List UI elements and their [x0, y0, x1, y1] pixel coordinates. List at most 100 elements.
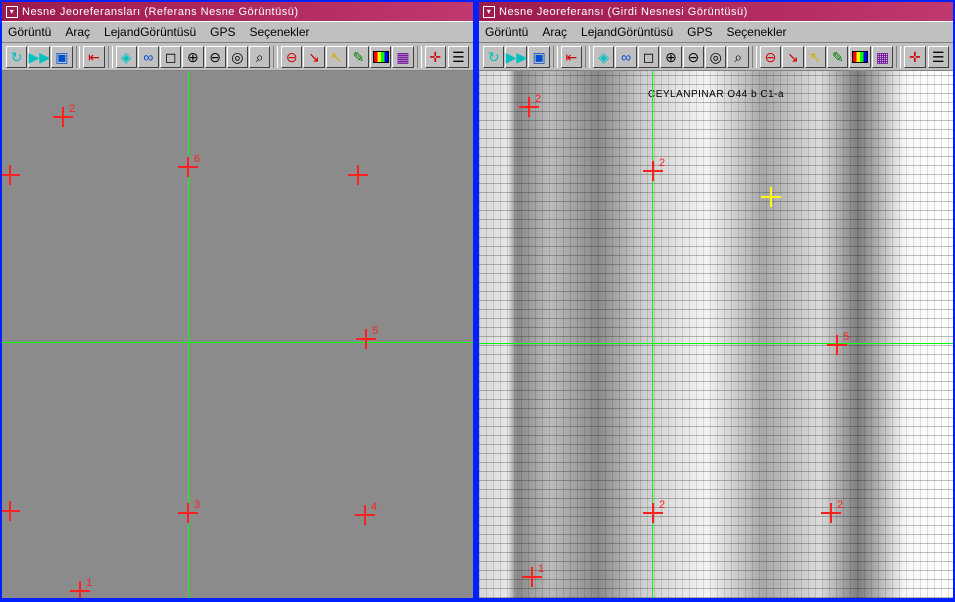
- pencil-button[interactable]: ✎: [827, 46, 848, 68]
- tools-icon: ☰: [932, 50, 945, 64]
- square-icon: ◻: [643, 50, 655, 64]
- left-panel: ▾ Nesne Jeoreferansları (Referans Nesne …: [0, 0, 475, 600]
- titlebar-right[interactable]: ▾ Nesne Jeoreferansı (Girdi Nesnesi Görü…: [479, 2, 953, 21]
- sysmenu-icon[interactable]: ▾: [6, 6, 18, 18]
- target-icon: ✛: [429, 50, 441, 64]
- frame-button[interactable]: ▣: [528, 46, 549, 68]
- crosshair-horizontal: [2, 342, 473, 343]
- zoombox-button[interactable]: ⌕: [727, 46, 748, 68]
- square-icon: ◻: [165, 50, 177, 64]
- diag-button[interactable]: ↘: [303, 46, 324, 68]
- frame-icon: ▣: [55, 50, 68, 64]
- separator: [273, 46, 278, 68]
- menubar-left: Görüntü Araç LejandGörüntüsü GPS Seçenek…: [2, 21, 473, 43]
- tools-button[interactable]: ☰: [448, 46, 469, 68]
- menubar-right: Görüntü Araç LejandGörüntüsü GPS Seçenek…: [479, 21, 953, 43]
- diag-button[interactable]: ↘: [782, 46, 803, 68]
- crosshair-vertical: [652, 71, 653, 598]
- zoomin-button[interactable]: ⊕: [660, 46, 681, 68]
- zoomout-button[interactable]: ⊖: [683, 46, 704, 68]
- diamond-button[interactable]: ◈: [116, 46, 137, 68]
- frame-icon: ▣: [532, 50, 545, 64]
- titlebar-left[interactable]: ▾ Nesne Jeoreferansları (Referans Nesne …: [2, 2, 473, 21]
- fit-icon: ◎: [231, 50, 243, 64]
- cursor-icon: ↖: [809, 50, 821, 64]
- grid-button[interactable]: ▦: [872, 46, 893, 68]
- menu-gps[interactable]: GPS: [687, 25, 712, 39]
- window-title: Nesne Jeoreferansı (Girdi Nesnesi Görünt…: [499, 6, 748, 18]
- input-canvas[interactable]: CEYLANPINAR O44 b C1-a 2 2 5 2 2 1: [479, 71, 953, 598]
- cursor-icon: ↖: [330, 50, 342, 64]
- reference-canvas[interactable]: 2 6 5 3 4 1: [2, 71, 473, 598]
- link-icon: ∞: [621, 50, 631, 64]
- control-point: [2, 501, 20, 521]
- grid-icon: ▦: [876, 50, 889, 64]
- fit-button[interactable]: ◎: [705, 46, 726, 68]
- cursor-button[interactable]: ↖: [805, 46, 826, 68]
- sysmenu-icon[interactable]: ▾: [483, 6, 495, 18]
- separator: [417, 46, 422, 68]
- separator: [553, 46, 558, 68]
- menu-options[interactable]: Seçenekler: [249, 25, 309, 39]
- target-button[interactable]: ✛: [904, 46, 925, 68]
- target-icon: ✛: [909, 50, 921, 64]
- diag-icon: ↘: [787, 50, 799, 64]
- menu-view[interactable]: Görüntü: [485, 25, 528, 39]
- fastforward-button[interactable]: ▶▶: [28, 46, 50, 68]
- link-button[interactable]: ∞: [615, 46, 636, 68]
- diamond-button[interactable]: ◈: [593, 46, 614, 68]
- crosshair-horizontal: [479, 343, 953, 344]
- menu-legend[interactable]: LejandGörüntüsü: [104, 25, 196, 39]
- fastfwd-icon: ▶▶: [28, 50, 50, 64]
- diamond-icon: ◈: [598, 50, 609, 64]
- zoomout-button[interactable]: ⊖: [205, 46, 226, 68]
- cursor-button[interactable]: ↖: [326, 46, 347, 68]
- menu-tool[interactable]: Araç: [65, 25, 90, 39]
- redzoom-button[interactable]: ⊖: [281, 46, 302, 68]
- control-point: [2, 165, 20, 185]
- palette-button[interactable]: [370, 46, 391, 68]
- zoombox-button[interactable]: ⌕: [249, 46, 270, 68]
- link-icon: ∞: [143, 50, 153, 64]
- refresh-button[interactable]: ↻: [483, 46, 504, 68]
- palette-button[interactable]: [849, 46, 870, 68]
- square-button[interactable]: ◻: [638, 46, 659, 68]
- pencil-button[interactable]: ✎: [348, 46, 369, 68]
- control-point: [348, 165, 368, 185]
- fastforward-button[interactable]: ▶▶: [505, 46, 527, 68]
- zoomin-icon: ⊕: [665, 50, 677, 64]
- menu-gps[interactable]: GPS: [210, 25, 235, 39]
- palette-icon: [373, 51, 389, 63]
- menu-view[interactable]: Görüntü: [8, 25, 51, 39]
- right-panel: ▾ Nesne Jeoreferansı (Girdi Nesnesi Görü…: [477, 0, 955, 600]
- redzoom-button[interactable]: ⊖: [760, 46, 781, 68]
- back-button[interactable]: ⇤: [561, 46, 582, 68]
- tools-button[interactable]: ☰: [928, 46, 949, 68]
- tools-icon: ☰: [452, 50, 465, 64]
- link-button[interactable]: ∞: [138, 46, 159, 68]
- zoomin-button[interactable]: ⊕: [182, 46, 203, 68]
- fit-icon: ◎: [710, 50, 722, 64]
- menu-legend[interactable]: LejandGörüntüsü: [581, 25, 673, 39]
- refresh-icon: ↻: [488, 50, 500, 64]
- menu-tool[interactable]: Araç: [542, 25, 567, 39]
- menu-options[interactable]: Seçenekler: [726, 25, 786, 39]
- back-button[interactable]: ⇤: [83, 46, 104, 68]
- zoombox-icon: ⌕: [256, 50, 264, 64]
- palette-icon: [852, 51, 868, 63]
- square-button[interactable]: ◻: [160, 46, 181, 68]
- refresh-icon: ↻: [11, 50, 23, 64]
- zoomout-icon: ⊖: [687, 50, 699, 64]
- fit-button[interactable]: ◎: [227, 46, 248, 68]
- grid-button[interactable]: ▦: [392, 46, 413, 68]
- diag-icon: ↘: [308, 50, 320, 64]
- back-icon: ⇤: [566, 50, 578, 64]
- redzoom-icon: ⊖: [765, 50, 777, 64]
- target-button[interactable]: ✛: [425, 46, 446, 68]
- frame-button[interactable]: ▣: [51, 46, 72, 68]
- separator: [896, 46, 901, 68]
- separator: [752, 46, 757, 68]
- refresh-button[interactable]: ↻: [6, 46, 27, 68]
- toolbar-left: ↻ ▶▶ ▣ ⇤ ◈ ∞ ◻ ⊕ ⊖ ◎ ⌕ ⊖ ↘ ↖ ✎ ▦ ✛ ☰: [2, 43, 473, 71]
- window-title: Nesne Jeoreferansları (Referans Nesne Gö…: [22, 6, 299, 18]
